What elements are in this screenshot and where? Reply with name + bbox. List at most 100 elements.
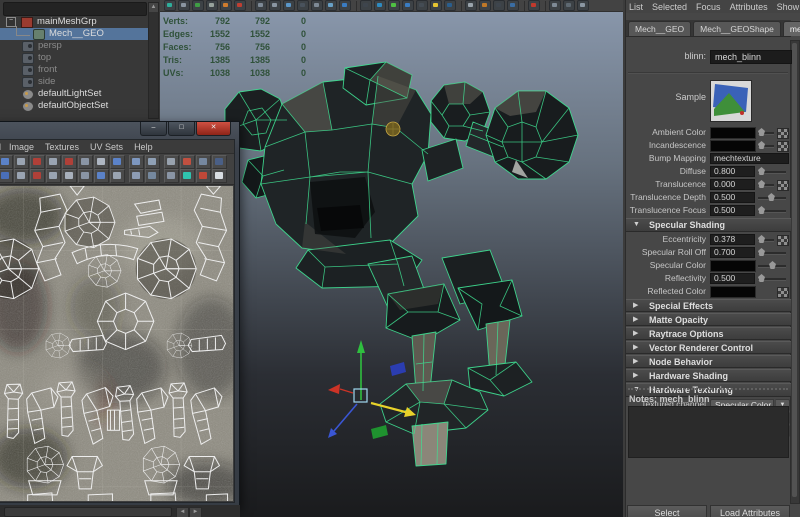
- uv-toolbar-icon[interactable]: [196, 169, 211, 183]
- tab-mech-geo[interactable]: Mech__GEO: [628, 21, 691, 36]
- close-button[interactable]: ✕: [196, 122, 231, 136]
- viewport-toolbar-icon[interactable]: [339, 0, 351, 11]
- scroll-up-icon[interactable]: ▲: [149, 3, 158, 12]
- uv-window-titlebar[interactable]: –□✕: [0, 122, 239, 139]
- uv-toolbar-icon[interactable]: [164, 169, 179, 183]
- minimize-button[interactable]: –: [140, 122, 167, 136]
- uv-menu-ol[interactable]: ol: [0, 142, 1, 152]
- section-special-effects[interactable]: ▶Special Effects: [626, 299, 791, 312]
- section-specular-shading[interactable]: ▼Specular Shading: [626, 218, 791, 232]
- material-sample-swatch[interactable]: [710, 80, 752, 122]
- viewport-toolbar-icon[interactable]: [269, 0, 281, 11]
- viewport-toolbar-icon[interactable]: [178, 0, 190, 11]
- outliner-filter-field[interactable]: [3, 2, 147, 16]
- texture-map-icon[interactable]: [777, 235, 789, 246]
- value-field[interactable]: 0.378: [710, 234, 755, 245]
- viewport-toolbar-icon[interactable]: [416, 0, 428, 11]
- uv-toolbar-icon[interactable]: [110, 155, 125, 169]
- expand-collapse-toggle[interactable]: −: [6, 17, 16, 27]
- menu-show[interactable]: Show: [777, 2, 800, 12]
- uv-toolbar-icon[interactable]: [78, 169, 93, 183]
- viewport-toolbar-icon[interactable]: [164, 0, 176, 11]
- viewport-toolbar-icon[interactable]: [402, 0, 414, 11]
- uv-toolbar-icon[interactable]: [145, 169, 160, 183]
- uv-toolbar-icon[interactable]: [129, 169, 144, 183]
- viewport-toolbar-icon[interactable]: [549, 0, 561, 11]
- uv-toolbar-icon[interactable]: [62, 169, 77, 183]
- text-field[interactable]: mechtexture: [710, 153, 789, 164]
- uv-menu-image[interactable]: Image: [9, 142, 34, 152]
- viewport-toolbar-icon[interactable]: [311, 0, 323, 11]
- viewport-toolbar-icon[interactable]: [220, 0, 232, 11]
- uv-toolbar-icon[interactable]: [180, 155, 195, 169]
- section-raytrace-options[interactable]: ▶Raytrace Options: [626, 327, 791, 340]
- color-swatch[interactable]: [710, 286, 756, 298]
- viewport-toolbar-icon[interactable]: [430, 0, 442, 11]
- outliner-item-top[interactable]: top: [0, 52, 148, 64]
- scroll-left-icon[interactable]: ◄: [176, 507, 189, 517]
- uv-toolbar-icon[interactable]: [94, 169, 109, 183]
- notes-resize-grip[interactable]: [628, 388, 788, 390]
- uv-toolbar-icon[interactable]: [0, 155, 13, 169]
- node-name-field[interactable]: mech_blinn: [710, 50, 792, 64]
- uv-toolbar-icon[interactable]: [164, 155, 179, 169]
- uv-toolbar-icon[interactable]: [0, 169, 13, 183]
- maximize-button[interactable]: □: [168, 122, 195, 136]
- value-field[interactable]: 0.500: [710, 205, 755, 216]
- viewport-toolbar-icon[interactable]: [374, 0, 386, 11]
- uv-menu-uv-sets[interactable]: UV Sets: [90, 142, 123, 152]
- texture-map-icon[interactable]: [777, 141, 789, 152]
- color-swatch[interactable]: [710, 260, 756, 272]
- uv-toolbar-icon[interactable]: [212, 155, 227, 169]
- value-field[interactable]: 0.500: [710, 273, 755, 284]
- viewport-toolbar-icon[interactable]: [507, 0, 519, 11]
- viewport-toolbar-icon[interactable]: [479, 0, 491, 11]
- viewport-toolbar-icon[interactable]: [444, 0, 456, 11]
- select-button[interactable]: Select: [627, 505, 707, 517]
- outliner-item-side[interactable]: side: [0, 76, 148, 88]
- viewport-toolbar-icon[interactable]: [206, 0, 218, 11]
- load-attributes-button[interactable]: Load Attributes: [710, 505, 790, 517]
- viewport-toolbar-icon[interactable]: [493, 0, 505, 11]
- outliner-item-mech-geo[interactable]: Mech__GEO: [0, 28, 148, 40]
- uv-menu-textures[interactable]: Textures: [45, 142, 79, 152]
- texture-map-icon[interactable]: [777, 128, 789, 139]
- attribute-editor-scrollbar[interactable]: [790, 40, 800, 504]
- color-swatch[interactable]: [710, 140, 756, 152]
- viewport-toolbar-icon[interactable]: [388, 0, 400, 11]
- viewport-toolbar-icon[interactable]: [283, 0, 295, 11]
- uv-toolbar-icon[interactable]: [46, 169, 61, 183]
- menu-attributes[interactable]: Attributes: [730, 2, 768, 12]
- uv-toolbar-icon[interactable]: [14, 155, 29, 169]
- uv-toolbar-icon[interactable]: [62, 155, 77, 169]
- uv-canvas[interactable]: [0, 186, 233, 501]
- outliner-scrollbar[interactable]: ▲: [148, 2, 159, 119]
- uv-toolbar-icon[interactable]: [212, 169, 227, 183]
- viewport-toolbar-icon[interactable]: [465, 0, 477, 11]
- value-field[interactable]: 0.500: [710, 192, 755, 203]
- uv-toolbar-icon[interactable]: [196, 155, 211, 169]
- notes-field[interactable]: [628, 406, 789, 458]
- viewport-toolbar-icon[interactable]: [192, 0, 204, 11]
- viewport-toolbar-icon[interactable]: [360, 0, 372, 11]
- section-hardware-shading[interactable]: ▶Hardware Shading: [626, 369, 791, 382]
- tab-mech-blinn[interactable]: mech_blinn: [783, 21, 800, 36]
- section-matte-opacity[interactable]: ▶Matte Opacity: [626, 313, 791, 326]
- viewport-toolbar-icon[interactable]: [297, 0, 309, 11]
- value-field[interactable]: 0.700: [710, 247, 755, 258]
- menu-focus[interactable]: Focus: [696, 2, 721, 12]
- uv-toolbar-icon[interactable]: [94, 155, 109, 169]
- uv-toolbar-icon[interactable]: [145, 155, 160, 169]
- section-node-behavior[interactable]: ▶Node Behavior: [626, 355, 791, 368]
- uv-toolbar-icon[interactable]: [180, 169, 195, 183]
- horizontal-scrollbar[interactable]: [4, 507, 172, 517]
- viewport-toolbar-icon[interactable]: [563, 0, 575, 11]
- viewport-toolbar-icon[interactable]: [255, 0, 267, 11]
- outliner-item-defaultlightset[interactable]: defaultLightSet: [0, 88, 148, 100]
- menu-selected[interactable]: Selected: [652, 2, 687, 12]
- texture-map-icon[interactable]: [777, 180, 789, 191]
- uv-toolbar-icon[interactable]: [78, 155, 93, 169]
- uv-toolbar-icon[interactable]: [110, 169, 125, 183]
- value-field[interactable]: 0.800: [710, 166, 755, 177]
- viewport-toolbar-icon[interactable]: [234, 0, 246, 11]
